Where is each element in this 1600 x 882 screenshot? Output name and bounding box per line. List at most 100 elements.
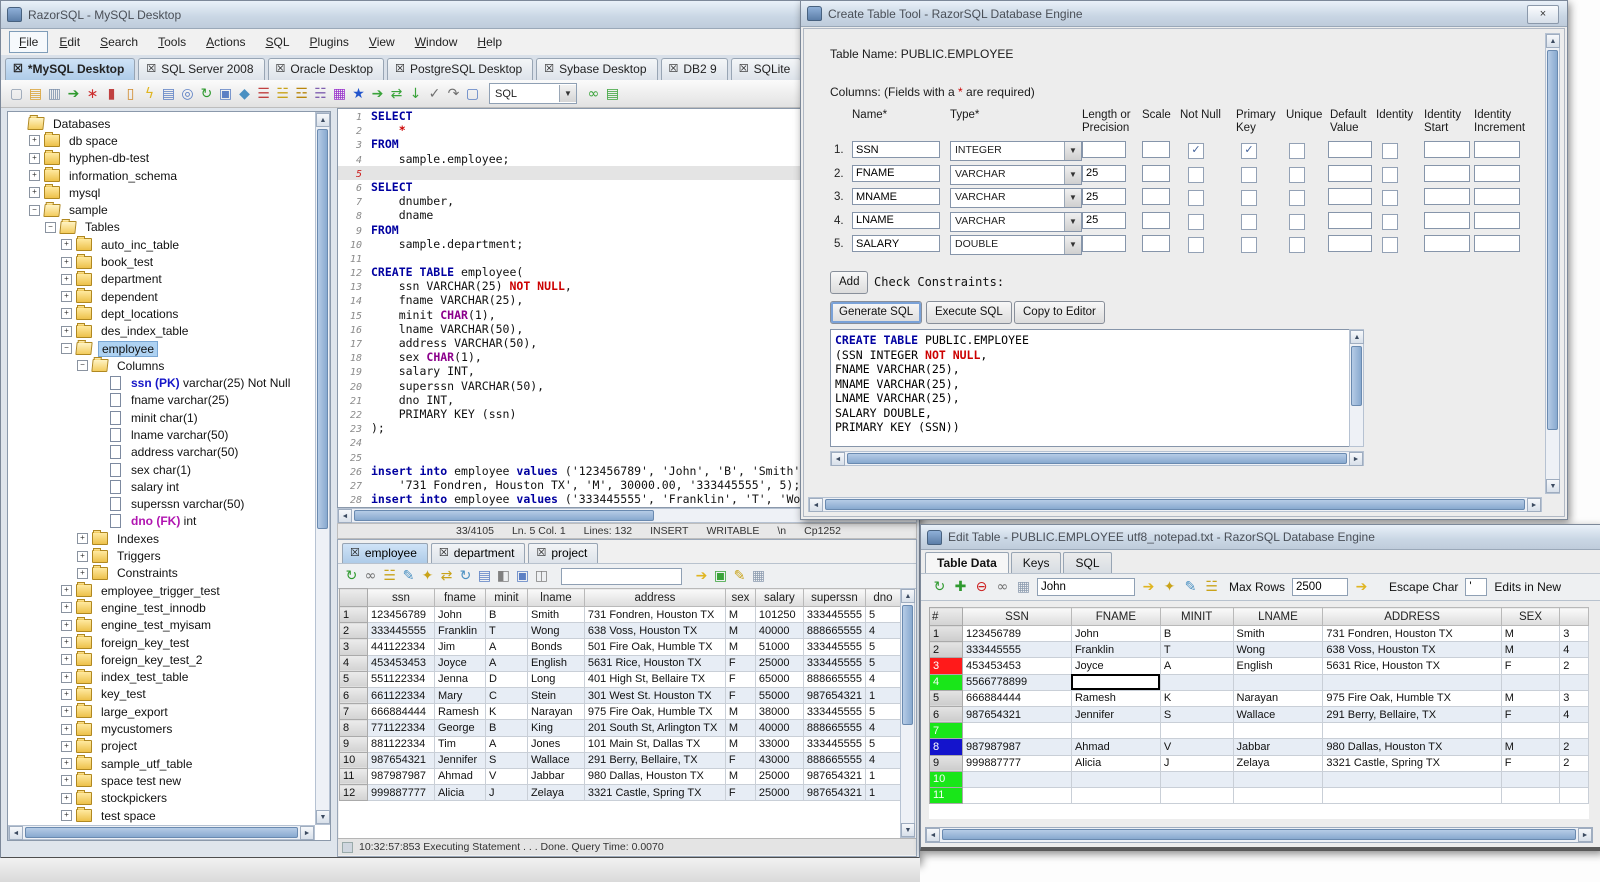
- cell[interactable]: [1232, 770, 1324, 788]
- cell[interactable]: Joyce: [1070, 657, 1161, 675]
- cell[interactable]: Narayan: [1232, 689, 1324, 707]
- tree-item-hyphen-db-test[interactable]: + hyphen-db-test: [9, 149, 314, 167]
- cell[interactable]: [1559, 770, 1589, 788]
- cell[interactable]: 4: [864, 751, 901, 769]
- unique-checkbox[interactable]: [1289, 237, 1305, 253]
- tree-item-dno-fk-int[interactable]: dno (FK) int: [9, 513, 314, 530]
- cell[interactable]: 101 Main St, Dallas TX: [583, 735, 726, 753]
- primary-key-checkbox[interactable]: [1241, 237, 1257, 253]
- expand-plus-icon[interactable]: +: [61, 273, 72, 285]
- tree-scroll-thumb[interactable]: [317, 129, 328, 529]
- cell[interactable]: A: [484, 638, 528, 656]
- not-null-checkbox[interactable]: [1188, 190, 1204, 206]
- tree-item-test-space[interactable]: + test space: [9, 807, 314, 824]
- close-icon[interactable]: ☒: [350, 548, 360, 559]
- tree-item-fname-varchar-25[interactable]: fname varchar(25): [9, 392, 314, 409]
- connect-icon[interactable]: ➔: [64, 85, 83, 103]
- column-header-ssn[interactable]: ssn: [366, 588, 435, 607]
- cell[interactable]: B: [1159, 624, 1234, 643]
- cell[interactable]: 5: [864, 735, 901, 753]
- expand-plus-icon[interactable]: +: [61, 654, 72, 666]
- expand-plus-icon[interactable]: +: [61, 239, 72, 251]
- cell[interactable]: 5: [864, 654, 901, 672]
- row-number[interactable]: 4: [339, 654, 368, 672]
- cell[interactable]: F: [724, 654, 756, 672]
- cell[interactable]: 638 Voss, Houston TX: [1322, 641, 1502, 659]
- identity-increment-input[interactable]: [1474, 235, 1520, 252]
- edit-tab-sql[interactable]: SQL: [1063, 552, 1112, 573]
- cell[interactable]: Mary: [433, 686, 486, 705]
- scroll-right-icon[interactable]: ►: [1527, 498, 1541, 512]
- tree-vertical-scrollbar[interactable]: ▲ ▼: [315, 112, 330, 825]
- column-header-lname[interactable]: lname: [526, 588, 585, 607]
- scale-input[interactable]: [1142, 188, 1170, 205]
- generate-ddl-icon[interactable]: ϟ: [140, 85, 159, 103]
- scroll-left-icon[interactable]: ◄: [9, 826, 23, 840]
- length-precision-input[interactable]: [1082, 188, 1126, 205]
- cell[interactable]: S: [1159, 705, 1234, 724]
- unique-checkbox[interactable]: [1289, 166, 1305, 183]
- column-name-input[interactable]: [852, 164, 940, 182]
- cell[interactable]: [1232, 786, 1324, 805]
- column-type-dropdown[interactable]: VARCHAR ▼: [950, 211, 1082, 232]
- cell[interactable]: King: [526, 719, 585, 737]
- close-icon[interactable]: ☒: [146, 64, 156, 75]
- cell[interactable]: M: [724, 735, 756, 753]
- cell[interactable]: 4: [1559, 705, 1589, 724]
- cell[interactable]: K: [1159, 689, 1234, 707]
- cell[interactable]: 3321 Castle, Spring TX: [1322, 754, 1502, 772]
- expand-plus-icon[interactable]: +: [29, 187, 40, 199]
- scroll-right-icon[interactable]: ►: [300, 826, 314, 840]
- tree-hscroll-thumb[interactable]: [25, 827, 298, 838]
- tree-item-ssn-pk-varchar-25-not-null[interactable]: ssn (PK) varchar(25) Not Null: [9, 374, 314, 391]
- cell[interactable]: V: [484, 767, 528, 786]
- row-number[interactable]: 9: [929, 754, 963, 772]
- close-icon[interactable]: ☒: [13, 64, 23, 75]
- cell[interactable]: 5: [864, 703, 901, 721]
- identity-checkbox[interactable]: [1382, 166, 1398, 183]
- cell[interactable]: [1159, 722, 1234, 740]
- window-horizontal-scrollbar[interactable]: ◄ ►: [808, 497, 1542, 512]
- row-number[interactable]: 2: [929, 641, 963, 659]
- refresh-edit-icon[interactable]: ↻: [929, 578, 950, 596]
- cell[interactable]: [1559, 673, 1589, 691]
- cell[interactable]: 1: [864, 784, 901, 802]
- row-number[interactable]: 9: [339, 735, 368, 753]
- cell[interactable]: 661122334: [366, 686, 435, 705]
- column-header-dno[interactable]: dno: [864, 588, 901, 607]
- cell[interactable]: B: [484, 605, 528, 624]
- row-number[interactable]: 10: [929, 770, 963, 788]
- scale-input[interactable]: [1142, 211, 1170, 229]
- save-icon[interactable]: ▥: [45, 85, 64, 103]
- cell[interactable]: Zelaya: [1232, 754, 1324, 772]
- unique-checkbox[interactable]: [1289, 213, 1305, 230]
- tree-item-constraints[interactable]: + Constraints: [9, 564, 314, 582]
- cell[interactable]: [1500, 673, 1561, 691]
- star-icon[interactable]: ★: [349, 85, 368, 103]
- identity-start-input[interactable]: [1424, 235, 1470, 252]
- expand-plus-icon[interactable]: +: [77, 567, 88, 579]
- cell[interactable]: 987654321: [961, 705, 1072, 724]
- row-number[interactable]: 12: [339, 784, 368, 802]
- cell[interactable]: [1500, 722, 1561, 740]
- tree-item-triggers[interactable]: + Triggers: [9, 547, 314, 564]
- cell[interactable]: 333445555: [366, 622, 435, 640]
- expand-plus-icon[interactable]: +: [61, 619, 72, 631]
- close-icon[interactable]: ☒: [739, 64, 749, 75]
- column-header-address[interactable]: ADDRESS: [1322, 607, 1502, 626]
- cell[interactable]: [1232, 722, 1324, 740]
- not-null-checkbox[interactable]: [1188, 166, 1204, 183]
- cell[interactable]: 333445555: [802, 638, 866, 656]
- tree-item-db-space[interactable]: + db space: [9, 132, 314, 149]
- row-number[interactable]: 6: [339, 686, 368, 705]
- tree-item-engine-test-myisam[interactable]: + engine_test_myisam: [9, 616, 314, 634]
- edit-table-grid[interactable]: # SSN FNAME MINIT LNAME ADDRESS SEX 1 123456789 J…: [929, 607, 1589, 805]
- default-value-input[interactable]: [1328, 188, 1372, 205]
- tree-item-minit-char-1[interactable]: minit char(1): [9, 409, 314, 426]
- cell[interactable]: [1070, 722, 1161, 740]
- add-row-icon[interactable]: ✚: [950, 578, 971, 596]
- column-header-minit[interactable]: MINIT: [1159, 607, 1234, 626]
- cell[interactable]: 5: [864, 605, 901, 624]
- generated-sql-textarea[interactable]: CREATE TABLE PUBLIC.EMPLOYEE (SSN INTEGER…: [830, 329, 1364, 447]
- cell[interactable]: [1070, 770, 1161, 788]
